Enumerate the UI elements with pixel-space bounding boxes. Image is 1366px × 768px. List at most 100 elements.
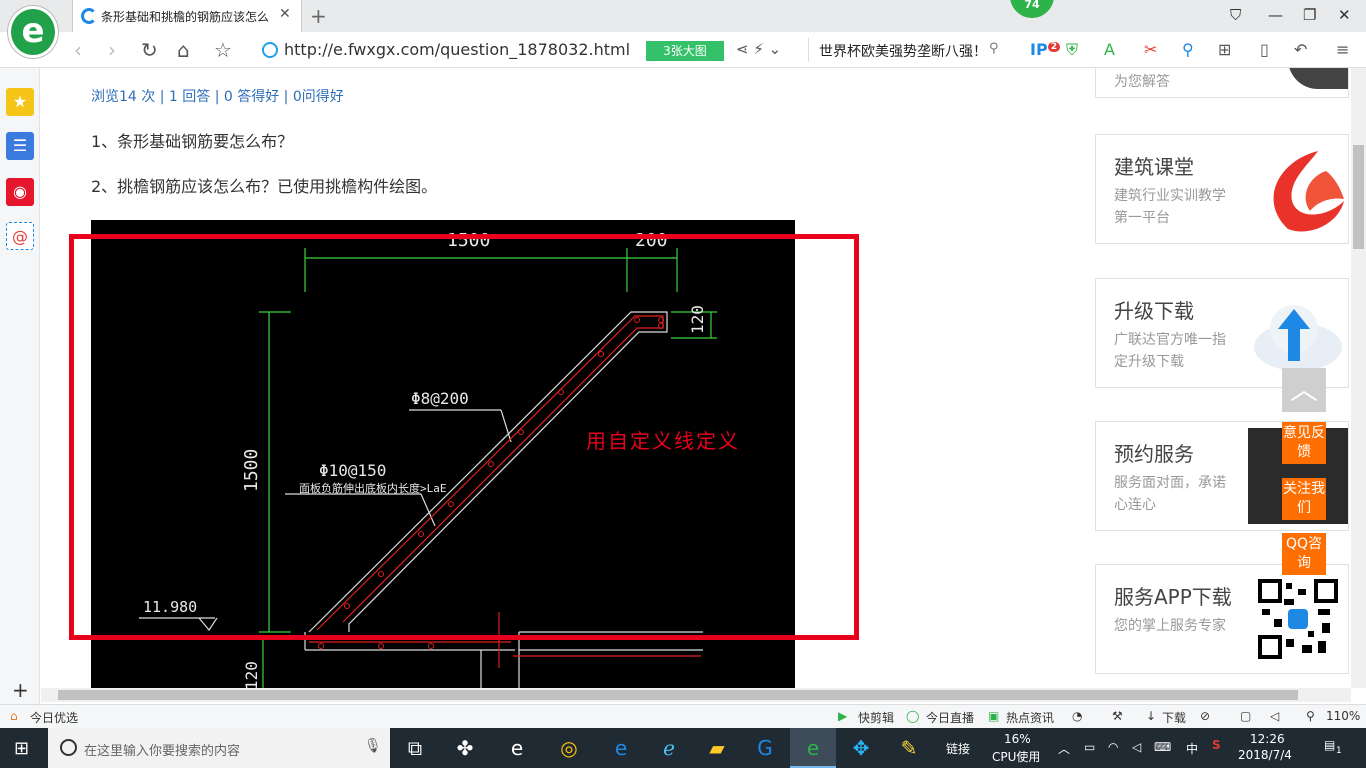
download-icon: ↓ [1146, 709, 1157, 723]
task-view-icon[interactable]: ⧉ [392, 728, 438, 768]
live-icon: ◯ [906, 709, 920, 723]
person-image [1288, 68, 1348, 89]
forward-button[interactable]: › [108, 38, 116, 62]
clock-time[interactable]: 12:26 [1250, 732, 1285, 746]
download-link[interactable]: 下载 [1162, 709, 1186, 726]
favorite-star-button[interactable]: ☆ [214, 38, 232, 62]
links-toolbar[interactable]: 链接 [946, 740, 970, 757]
card-desc: 建筑行业实训教学第一平台 [1114, 188, 1226, 226]
gift-icon: ⌂ [10, 709, 18, 723]
speed-icon[interactable]: ◔ [1072, 709, 1082, 723]
scissors-icon[interactable]: ✂ [1144, 40, 1157, 59]
address-field[interactable]: http://e.fwxgx.com/question_1878032.html [262, 38, 642, 62]
move-app-icon[interactable]: ✥ [838, 728, 884, 768]
clock-date[interactable]: 2018/7/4 [1238, 748, 1292, 762]
favorites-star-icon[interactable]: ★ [6, 88, 34, 116]
search-box[interactable]: 世界杯欧美强势垄断八强！ ⚲ [808, 38, 1008, 62]
card-app-download[interactable]: 服务APP下载 您的掌上服务专家 [1095, 564, 1349, 674]
sogou-s-icon[interactable]: S [1212, 738, 1221, 752]
translate-icon[interactable]: A [1104, 40, 1115, 59]
restore-button[interactable]: ❐ [1303, 6, 1316, 24]
360-browser-icon[interactable]: e [790, 728, 836, 768]
swirl-app-icon[interactable]: ◎ [546, 728, 592, 768]
battery-icon[interactable]: ▭ [1084, 740, 1095, 754]
reading-mode-icon[interactable]: ▯ [1260, 40, 1269, 59]
card-title: 预约服务 [1114, 442, 1194, 466]
close-window-button[interactable]: ✕ [1338, 6, 1351, 24]
fan-app-icon[interactable]: ✤ [442, 728, 488, 768]
close-tab-icon[interactable]: ✕ [279, 6, 291, 22]
tools-icon[interactable]: ⚒ [1112, 709, 1123, 723]
follow-us-button[interactable]: 关注我们 [1282, 478, 1326, 520]
highlight-rectangle [69, 234, 859, 640]
news-list-icon[interactable]: ☰ [6, 132, 34, 160]
large-images-button[interactable]: 3张大图 [646, 41, 724, 61]
email-icon[interactable]: @ [6, 222, 34, 250]
horizontal-scroll-thumb[interactable] [58, 690, 1298, 700]
file-explorer-icon[interactable]: ▰ [694, 728, 740, 768]
browser-e-icon[interactable]: e [494, 728, 540, 768]
browser-logo-icon[interactable]: e [8, 6, 58, 58]
hot-news-link[interactable]: 热点资讯 [1006, 709, 1054, 726]
shirt-icon[interactable]: ⛉ [1230, 6, 1241, 24]
wifi-icon[interactable]: ◠ [1108, 740, 1118, 754]
glodon-app-icon[interactable]: G [742, 728, 788, 768]
tab-active[interactable]: 条形基础和挑檐的钢筋应该怎么设 ✕ [72, 0, 302, 32]
qq-consult-button[interactable]: QQ咨询 [1282, 533, 1326, 575]
taskbar: ⊞ 在这里输入你要搜索的内容 🎙 ⧉ ✤ e ◎ e ℯ ▰ G e ✥ ✎ 链… [0, 728, 1366, 768]
clean-icon[interactable]: ⊘ [1200, 709, 1210, 723]
live-link[interactable]: 今日直播 [926, 709, 974, 726]
ime-indicator[interactable]: 中 [1186, 740, 1198, 757]
volume-tray-icon[interactable]: ◁ [1132, 740, 1141, 754]
vertical-scroll-thumb[interactable] [1353, 145, 1364, 249]
reload-button[interactable]: ↻ [141, 38, 158, 62]
minimize-button[interactable]: — [1268, 6, 1283, 24]
card-title: 升级下载 [1114, 299, 1194, 323]
quick-edit-link[interactable]: 快剪辑 [858, 709, 894, 726]
news-icon: ▣ [988, 709, 1000, 723]
notification-icon[interactable]: ▤ [1324, 738, 1335, 752]
keyboard-icon[interactable]: ⌨ [1154, 740, 1171, 754]
notes-app-icon[interactable]: ✎ [886, 728, 932, 768]
new-tab-button[interactable]: + [310, 4, 327, 28]
ip-icon[interactable]: IP 2 [1030, 40, 1060, 59]
window-icon[interactable]: ▢ [1240, 709, 1251, 723]
taskbar-search-placeholder: 在这里输入你要搜索的内容 [84, 744, 241, 759]
zoom-icon[interactable]: ⚲ [1306, 709, 1315, 723]
weibo-icon[interactable]: ◉ [6, 178, 34, 206]
feedback-button[interactable]: 意见反馈 [1282, 422, 1326, 464]
volume-icon[interactable]: ◁ [1270, 709, 1279, 723]
home-button[interactable]: ⌂ [177, 38, 190, 62]
menu-icon[interactable]: ≡ [1336, 40, 1349, 59]
dim-120-bottom: 120 [242, 661, 261, 688]
add-sidebar-icon[interactable]: + [12, 678, 29, 702]
taskbar-search-box[interactable]: 在这里输入你要搜索的内容 🎙 [48, 728, 390, 768]
apps-grid-icon[interactable]: ⊞ [1218, 40, 1231, 59]
ip-badge: 2 [1047, 41, 1060, 52]
today-picks-link[interactable]: 今日优选 [30, 709, 78, 726]
qr-code-image [1258, 579, 1338, 659]
edge-icon[interactable]: e [598, 728, 644, 768]
magnifier-icon[interactable]: ⚲ [1182, 40, 1194, 59]
answer-card-desc: 为您解答 [1114, 74, 1170, 90]
zoom-level[interactable]: 110% [1326, 709, 1360, 723]
undo-icon[interactable]: ↶ [1294, 40, 1307, 59]
answer-card[interactable]: 为您解答 [1095, 68, 1349, 98]
card-building-class[interactable]: 建筑课堂 建筑行业实训教学第一平台 [1095, 134, 1349, 244]
internet-explorer-icon[interactable]: ℯ [646, 728, 692, 768]
search-icon[interactable]: ⚲ [989, 41, 999, 56]
shield-icon[interactable]: ⛨ [1066, 40, 1078, 60]
status-bar: ⌂ 今日优选 ▶ 快剪辑 ◯ 今日直播 ▣ 热点资讯 ◔ ⚒ ↓ 下载 ⊘ ▢ … [0, 704, 1366, 728]
chevron-up-icon[interactable]: ︿ [1058, 740, 1070, 757]
left-sidebar: ★ ☰ ◉ @ [0, 68, 40, 708]
question-stats[interactable]: 浏览14 次 | 1 回答 | 0 答得好 | 0问得好 [91, 86, 344, 106]
site-favicon-icon [81, 8, 97, 24]
cortana-icon [60, 739, 77, 756]
back-to-top-button[interactable]: ︿ [1282, 368, 1326, 412]
question-line-1: 1、条形基础钢筋要怎么布？ [91, 132, 294, 151]
microphone-icon[interactable]: 🎙 [364, 738, 382, 754]
windows-start-icon[interactable]: ⊞ [14, 738, 29, 759]
globe-icon [262, 42, 278, 58]
back-button[interactable]: ‹ [74, 38, 82, 62]
share-icon[interactable]: ⋖ ⚡ ⌄ [736, 40, 781, 58]
